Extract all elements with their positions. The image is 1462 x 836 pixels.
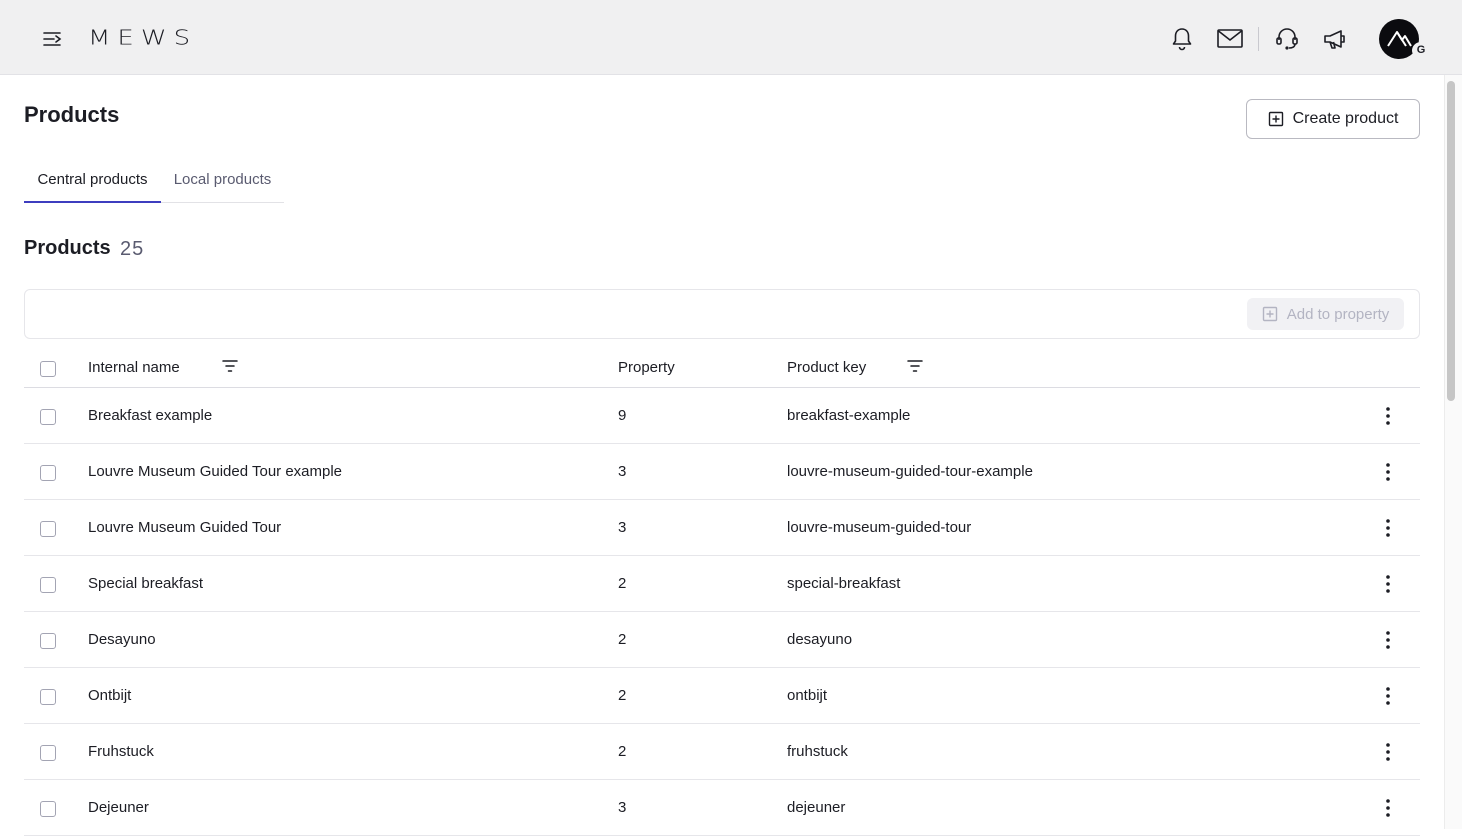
create-product-button[interactable]: Create product: [1246, 99, 1420, 139]
table-row[interactable]: Desayuno 2 desayuno: [24, 612, 1420, 668]
cell-property: 3: [618, 463, 627, 480]
cell-property: 2: [618, 575, 627, 592]
page-title: Products: [24, 102, 120, 127]
cell-product-key: special-breakfast: [787, 575, 901, 592]
bell-icon[interactable]: [1168, 25, 1196, 53]
megaphone-icon[interactable]: [1321, 25, 1349, 53]
header-divider: [1258, 27, 1259, 51]
table-row[interactable]: Louvre Museum Guided Tour 3 louvre-museu…: [24, 500, 1420, 556]
section-title: Products: [24, 237, 111, 259]
cell-property: 9: [618, 407, 627, 424]
more-options-icon[interactable]: [1376, 628, 1400, 652]
row-checkbox[interactable]: [40, 465, 56, 481]
more-options-icon[interactable]: [1376, 404, 1400, 428]
row-checkbox[interactable]: [40, 577, 56, 593]
table-row[interactable]: Dejeuner 3 dejeuner: [24, 780, 1420, 836]
products-table: Internal name Property Product key Break…: [24, 348, 1420, 836]
mail-icon[interactable]: [1216, 25, 1244, 53]
cell-internal-name: Dejeuner: [88, 799, 149, 816]
more-options-icon[interactable]: [1376, 740, 1400, 764]
avatar-badge: G: [1412, 42, 1430, 59]
cell-internal-name: Breakfast example: [88, 407, 213, 424]
cell-product-key: dejeuner: [787, 799, 846, 816]
add-box-icon: [1262, 306, 1277, 322]
row-checkbox[interactable]: [40, 689, 56, 705]
table-header: Internal name Property Product key: [24, 348, 1420, 388]
mews-logo[interactable]: MEWS: [88, 26, 197, 50]
cell-internal-name: Desayuno: [88, 631, 156, 648]
table-row[interactable]: Breakfast example 9 breakfast-example: [24, 388, 1420, 444]
cell-property: 2: [618, 743, 627, 760]
cell-internal-name: Fruhstuck: [88, 743, 154, 760]
select-all-checkbox[interactable]: [40, 361, 56, 377]
cell-product-key: ontbijt: [787, 687, 828, 704]
row-checkbox[interactable]: [40, 745, 56, 761]
column-header-property[interactable]: Property: [618, 359, 675, 376]
table-row[interactable]: Ontbijt 2 ontbijt: [24, 668, 1420, 724]
cell-product-key: louvre-museum-guided-tour-example: [787, 463, 1033, 480]
more-options-icon[interactable]: [1376, 516, 1400, 540]
cell-property: 3: [618, 519, 627, 536]
row-checkbox[interactable]: [40, 633, 56, 649]
column-header-product-key[interactable]: Product key: [787, 359, 866, 376]
table-row[interactable]: Fruhstuck 2 fruhstuck: [24, 724, 1420, 780]
tab-local-products[interactable]: Local products: [161, 164, 284, 203]
add-box-icon: [1268, 111, 1283, 127]
filter-icon[interactable]: [907, 359, 923, 373]
cell-product-key: fruhstuck: [787, 743, 848, 760]
top-bar: MEWS G: [0, 0, 1462, 75]
row-checkbox[interactable]: [40, 409, 56, 425]
cell-property: 2: [618, 687, 627, 704]
cell-internal-name: Louvre Museum Guided Tour: [88, 519, 282, 536]
more-options-icon[interactable]: [1376, 796, 1400, 820]
cell-internal-name: Ontbijt: [88, 687, 132, 704]
cell-property: 3: [618, 799, 627, 816]
cell-product-key: louvre-museum-guided-tour: [787, 519, 972, 536]
table-toolbar: Add to property: [24, 289, 1420, 339]
table-row[interactable]: Special breakfast 2 special-breakfast: [24, 556, 1420, 612]
more-options-icon[interactable]: [1376, 684, 1400, 708]
cell-product-key: desayuno: [787, 631, 853, 648]
row-checkbox[interactable]: [40, 801, 56, 817]
table-row[interactable]: Louvre Museum Guided Tour example 3 louv…: [24, 444, 1420, 500]
add-to-property-label: Add to property: [1286, 305, 1390, 323]
create-product-label: Create product: [1292, 110, 1399, 127]
cell-property: 2: [618, 631, 627, 648]
menu-icon[interactable]: [40, 28, 64, 50]
tab-bar: Central products Local products: [24, 164, 284, 203]
tab-central-products[interactable]: Central products: [24, 164, 161, 203]
cell-internal-name: Special breakfast: [88, 575, 204, 592]
column-header-internal-name[interactable]: Internal name: [88, 359, 180, 376]
support-icon[interactable]: [1273, 25, 1301, 53]
more-options-icon[interactable]: [1376, 572, 1400, 596]
product-count: 25: [120, 238, 145, 260]
more-options-icon[interactable]: [1376, 460, 1400, 484]
row-checkbox[interactable]: [40, 521, 56, 537]
cell-internal-name: Louvre Museum Guided Tour example: [88, 463, 343, 480]
scrollbar-thumb[interactable]: [1447, 81, 1455, 401]
cell-product-key: breakfast-example: [787, 407, 911, 424]
add-to-property-button[interactable]: Add to property: [1247, 298, 1404, 330]
filter-icon[interactable]: [222, 359, 238, 373]
